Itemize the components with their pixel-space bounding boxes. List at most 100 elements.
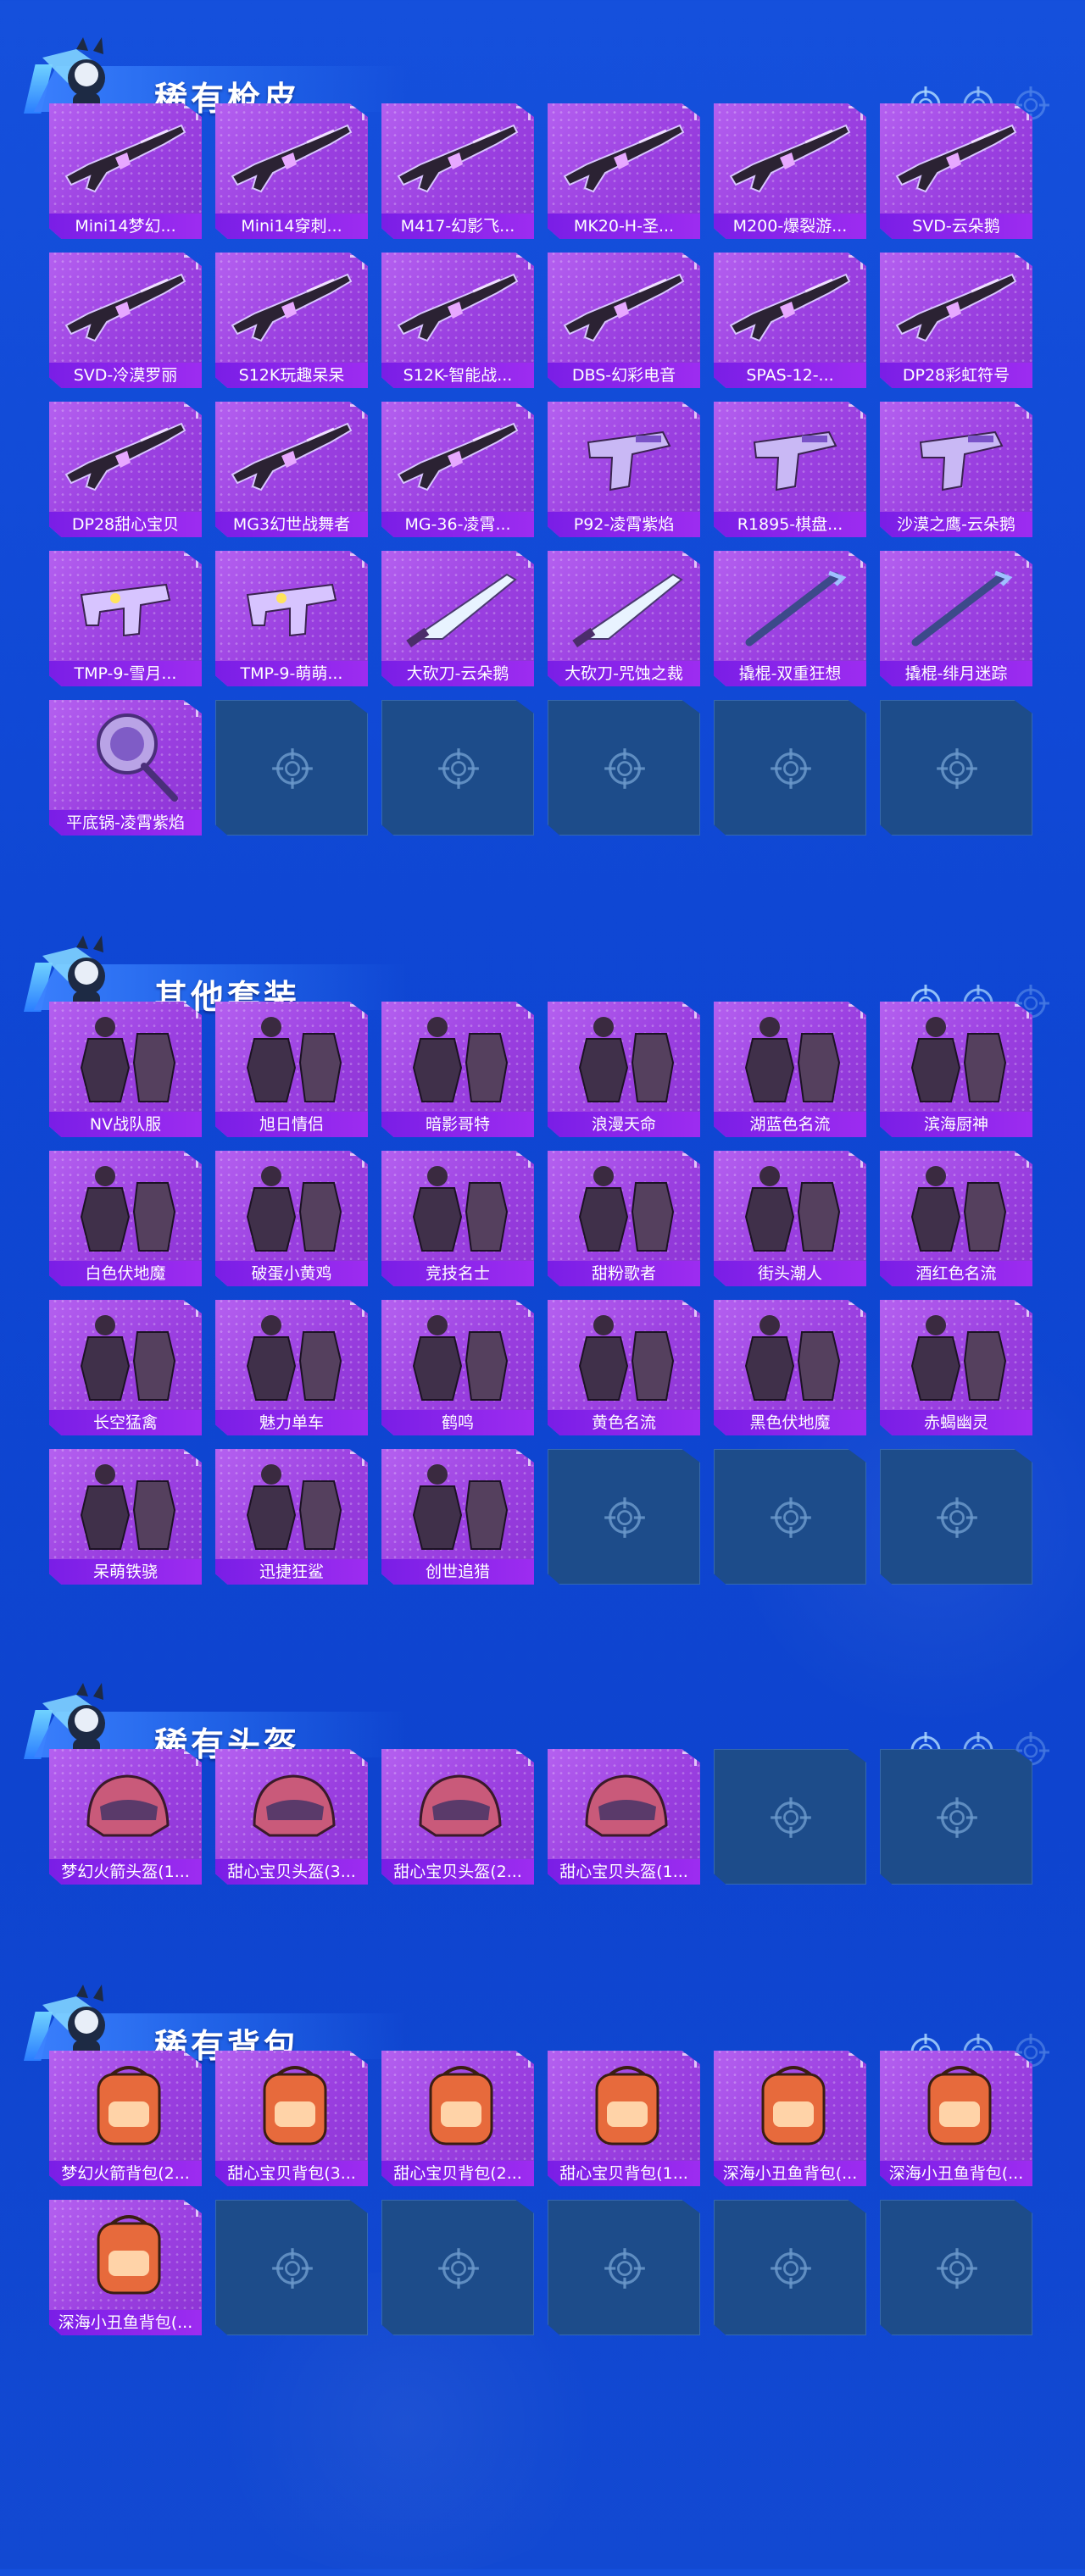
suit-image bbox=[887, 1158, 1026, 1252]
empty-slot bbox=[880, 2200, 1032, 2335]
item-card[interactable]: TMP-9-雪月... bbox=[49, 551, 202, 686]
item-card[interactable]: 浪漫天命 bbox=[548, 1002, 700, 1137]
suit-image bbox=[554, 1307, 693, 1402]
item-card[interactable]: MG-36-凌霄... bbox=[381, 402, 534, 537]
empty-slot bbox=[714, 1449, 866, 1585]
item-card[interactable]: S12K玩趣呆呆 bbox=[215, 253, 368, 388]
item-card[interactable]: 深海小丑鱼背包(... bbox=[49, 2200, 202, 2335]
suit-image bbox=[554, 1008, 693, 1103]
item-card[interactable]: 破蛋小黄鸡 bbox=[215, 1151, 368, 1286]
item-card[interactable]: 甜粉歌者 bbox=[548, 1151, 700, 1286]
pistol-image bbox=[721, 408, 860, 503]
item-label: 暗影哥特 bbox=[381, 1112, 534, 1137]
empty-slot bbox=[880, 1749, 1032, 1885]
section-2: 其他套装 NV战队服 旭日情侣 暗影哥特 浪漫天命 湖蓝色名流 滨海厨神 白色伏地魔 破蛋小黄… bbox=[0, 924, 1085, 1585]
item-card[interactable]: 平底锅-凌霄紫焰 bbox=[49, 700, 202, 836]
item-card[interactable]: MK20-H-圣... bbox=[548, 103, 700, 239]
section-4: 稀有背包 梦幻火箭背包(2... 甜心宝贝背包(3... 甜心宝贝背包(2... 甜心… bbox=[0, 1973, 1085, 2335]
item-card[interactable]: DP28彩虹符号 bbox=[880, 253, 1032, 388]
suit-image bbox=[721, 1008, 860, 1103]
item-card[interactable]: M417-幻影飞... bbox=[381, 103, 534, 239]
pan-image bbox=[56, 707, 195, 802]
item-card[interactable]: 滨海厨神 bbox=[880, 1002, 1032, 1137]
item-card[interactable]: 湖蓝色名流 bbox=[714, 1002, 866, 1137]
item-card[interactable]: 撬棍-绯月迷踪 bbox=[880, 551, 1032, 686]
item-card[interactable]: 酒红色名流 bbox=[880, 1151, 1032, 1286]
backpack-image bbox=[554, 2057, 693, 2152]
item-card[interactable]: 黄色名流 bbox=[548, 1300, 700, 1435]
pistol-image bbox=[887, 408, 1026, 503]
item-card[interactable]: SVD-云朵鹅 bbox=[880, 103, 1032, 239]
item-card[interactable]: MG3幻世战舞者 bbox=[215, 402, 368, 537]
rifle-image bbox=[56, 408, 195, 503]
empty-slot bbox=[714, 1749, 866, 1885]
item-card[interactable]: 迅捷狂鲨 bbox=[215, 1449, 368, 1585]
item-label: SVD-冷漠罗丽 bbox=[49, 363, 202, 388]
item-card[interactable]: SVD-冷漠罗丽 bbox=[49, 253, 202, 388]
item-grid: Mini14梦幻... Mini14穿刺... M417-幻影飞... MK20-H-… bbox=[49, 103, 1032, 836]
item-card[interactable]: R1895-棋盘... bbox=[714, 402, 866, 537]
item-card[interactable]: 旭日情侣 bbox=[215, 1002, 368, 1137]
item-card[interactable]: 甜心宝贝头盔(3... bbox=[215, 1749, 368, 1885]
item-label: 赤蝎幽灵 bbox=[880, 1410, 1032, 1435]
item-label: 呆萌铁骁 bbox=[49, 1559, 202, 1585]
item-card[interactable]: 甜心宝贝头盔(1... bbox=[548, 1749, 700, 1885]
item-card[interactable]: DP28甜心宝贝 bbox=[49, 402, 202, 537]
item-card[interactable]: 深海小丑鱼背包(... bbox=[714, 2051, 866, 2186]
item-card[interactable]: 深海小丑鱼背包(... bbox=[880, 2051, 1032, 2186]
empty-slot bbox=[880, 1449, 1032, 1585]
suit-image bbox=[887, 1008, 1026, 1103]
rifle-image bbox=[721, 110, 860, 205]
item-card[interactable]: 黑色伏地魔 bbox=[714, 1300, 866, 1435]
rifle-image bbox=[887, 259, 1026, 354]
item-card[interactable]: 沙漠之鹰-云朵鹅 bbox=[880, 402, 1032, 537]
item-card[interactable]: 赤蝎幽灵 bbox=[880, 1300, 1032, 1435]
item-label: 酒红色名流 bbox=[880, 1261, 1032, 1286]
item-card[interactable]: 梦幻火箭头盔(1... bbox=[49, 1749, 202, 1885]
item-card[interactable]: 竞技名士 bbox=[381, 1151, 534, 1286]
item-card[interactable]: 鹤鸣 bbox=[381, 1300, 534, 1435]
item-card[interactable]: 甜心宝贝背包(1... bbox=[548, 2051, 700, 2186]
item-label: Mini14穿刺... bbox=[215, 214, 368, 239]
suit-image bbox=[388, 1008, 527, 1103]
item-card[interactable]: DBS-幻彩电音 bbox=[548, 253, 700, 388]
item-card[interactable]: 暗影哥特 bbox=[381, 1002, 534, 1137]
item-card[interactable]: Mini14梦幻... bbox=[49, 103, 202, 239]
empty-slot bbox=[215, 2200, 368, 2335]
item-card[interactable]: 呆萌铁骁 bbox=[49, 1449, 202, 1585]
item-card[interactable]: NV战队服 bbox=[49, 1002, 202, 1137]
item-card[interactable]: 街头潮人 bbox=[714, 1151, 866, 1286]
suit-image bbox=[56, 1456, 195, 1551]
item-card[interactable]: 甜心宝贝背包(2... bbox=[381, 2051, 534, 2186]
item-card[interactable]: TMP-9-萌萌... bbox=[215, 551, 368, 686]
item-label: 沙漠之鹰-云朵鹅 bbox=[880, 512, 1032, 537]
item-card[interactable]: S12K-智能战... bbox=[381, 253, 534, 388]
item-label: R1895-棋盘... bbox=[714, 512, 866, 537]
item-label: 大砍刀-咒蚀之裁 bbox=[548, 661, 700, 686]
item-label: 梦幻火箭头盔(1... bbox=[49, 1859, 202, 1885]
backpack-image bbox=[721, 2057, 860, 2152]
item-label: NV战队服 bbox=[49, 1112, 202, 1137]
item-card[interactable]: 长空猛禽 bbox=[49, 1300, 202, 1435]
item-card[interactable]: 甜心宝贝头盔(2... bbox=[381, 1749, 534, 1885]
item-card[interactable]: 甜心宝贝背包(3... bbox=[215, 2051, 368, 2186]
item-card[interactable]: 撬棍-双重狂想 bbox=[714, 551, 866, 686]
item-card[interactable]: Mini14穿刺... bbox=[215, 103, 368, 239]
item-label: P92-凌霄紫焰 bbox=[548, 512, 700, 537]
item-card[interactable]: 魅力单车 bbox=[215, 1300, 368, 1435]
empty-slot bbox=[548, 2200, 700, 2335]
item-card[interactable]: M200-爆裂游... bbox=[714, 103, 866, 239]
item-card[interactable]: P92-凌霄紫焰 bbox=[548, 402, 700, 537]
suit-image bbox=[388, 1307, 527, 1402]
item-card[interactable]: 梦幻火箭背包(2... bbox=[49, 2051, 202, 2186]
item-card[interactable]: 白色伏地魔 bbox=[49, 1151, 202, 1286]
item-card[interactable]: SPAS-12-... bbox=[714, 253, 866, 388]
item-label: 深海小丑鱼背包(... bbox=[714, 2161, 866, 2186]
item-card[interactable]: 大砍刀-云朵鹅 bbox=[381, 551, 534, 686]
item-card[interactable]: 大砍刀-咒蚀之裁 bbox=[548, 551, 700, 686]
item-label: 白色伏地魔 bbox=[49, 1261, 202, 1286]
item-card[interactable]: 创世追猎 bbox=[381, 1449, 534, 1585]
item-label: 甜心宝贝背包(2... bbox=[381, 2161, 534, 2186]
rifle-image bbox=[388, 408, 527, 503]
item-label: Mini14梦幻... bbox=[49, 214, 202, 239]
